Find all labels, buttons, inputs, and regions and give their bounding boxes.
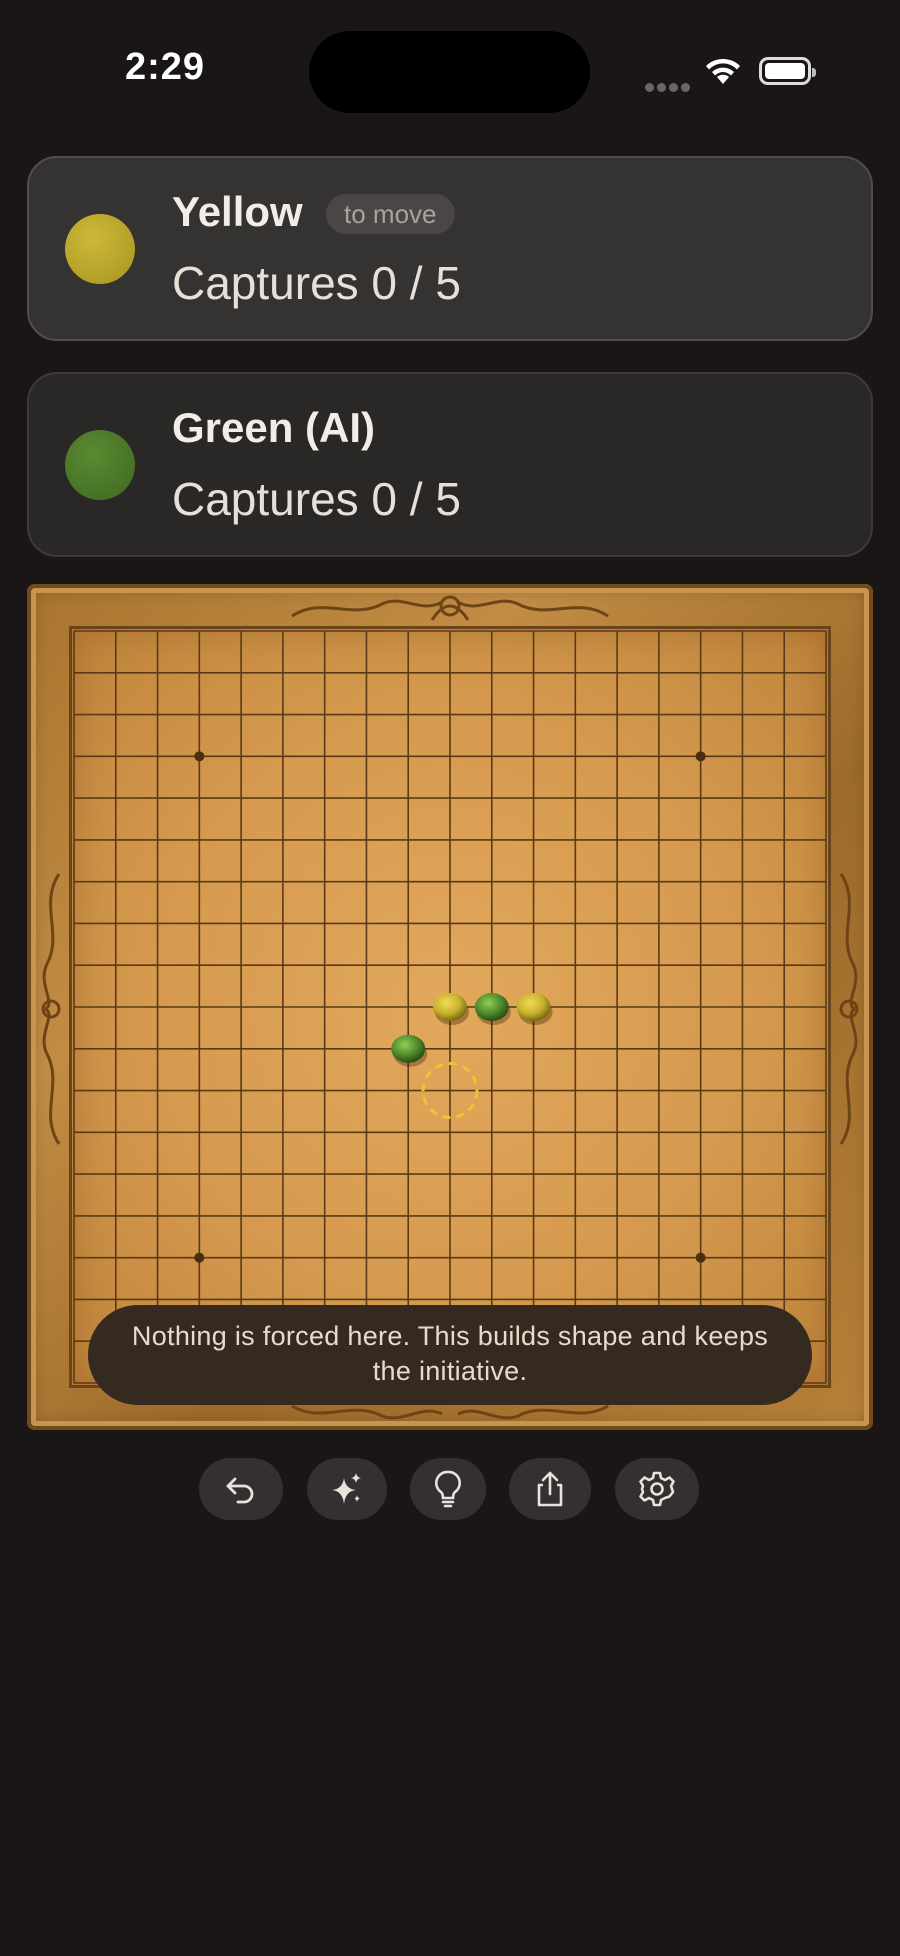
green-stone[interactable] bbox=[474, 993, 509, 1021]
star-point bbox=[194, 751, 205, 762]
star-point bbox=[695, 1252, 706, 1263]
player-name: Green (AI) bbox=[172, 404, 376, 451]
share-icon bbox=[537, 1471, 563, 1507]
game-board[interactable] bbox=[27, 584, 873, 1430]
ai-move-button[interactable] bbox=[307, 1458, 387, 1520]
cellular-signal-icon bbox=[645, 79, 693, 97]
undo-icon bbox=[226, 1477, 254, 1504]
yellow-stone-icon bbox=[65, 214, 135, 284]
hint-tooltip: Nothing is forced here. This builds shap… bbox=[88, 1305, 812, 1405]
undo-button[interactable] bbox=[199, 1458, 283, 1520]
sparkles-icon bbox=[332, 1473, 361, 1504]
lightbulb-icon bbox=[435, 1470, 461, 1508]
status-bar: 2:29 bbox=[0, 0, 900, 130]
battery-icon bbox=[759, 57, 816, 85]
share-button[interactable] bbox=[509, 1458, 591, 1520]
board-grid[interactable] bbox=[72, 629, 828, 1385]
board-ornament-right bbox=[839, 873, 859, 1145]
status-time: 2:29 bbox=[125, 46, 206, 88]
yellow-stone[interactable] bbox=[433, 993, 467, 1021]
player-name: Yellow bbox=[172, 188, 303, 235]
hint-button[interactable] bbox=[410, 1458, 486, 1520]
board-ornament-left bbox=[41, 873, 61, 1145]
settings-button[interactable] bbox=[615, 1458, 699, 1520]
yellow-stone[interactable] bbox=[516, 993, 551, 1021]
board-ornament-top bbox=[291, 595, 609, 621]
to-move-badge: to move bbox=[326, 194, 455, 234]
player-card-yellow: Yellow to move Captures 0 / 5 bbox=[27, 156, 873, 341]
dynamic-island bbox=[309, 31, 590, 113]
wifi-icon bbox=[703, 56, 743, 91]
player-captures: Captures 0 / 5 bbox=[172, 257, 461, 309]
star-point bbox=[194, 1252, 205, 1263]
star-point bbox=[695, 751, 706, 762]
green-stone-icon bbox=[65, 430, 135, 500]
green-stone[interactable] bbox=[391, 1034, 426, 1063]
player-captures: Captures 0 / 5 bbox=[172, 473, 461, 525]
board-grid-area[interactable] bbox=[72, 629, 828, 1385]
player-card-green: Green (AI) Captures 0 / 5 bbox=[27, 372, 873, 557]
gear-icon bbox=[639, 1471, 675, 1507]
